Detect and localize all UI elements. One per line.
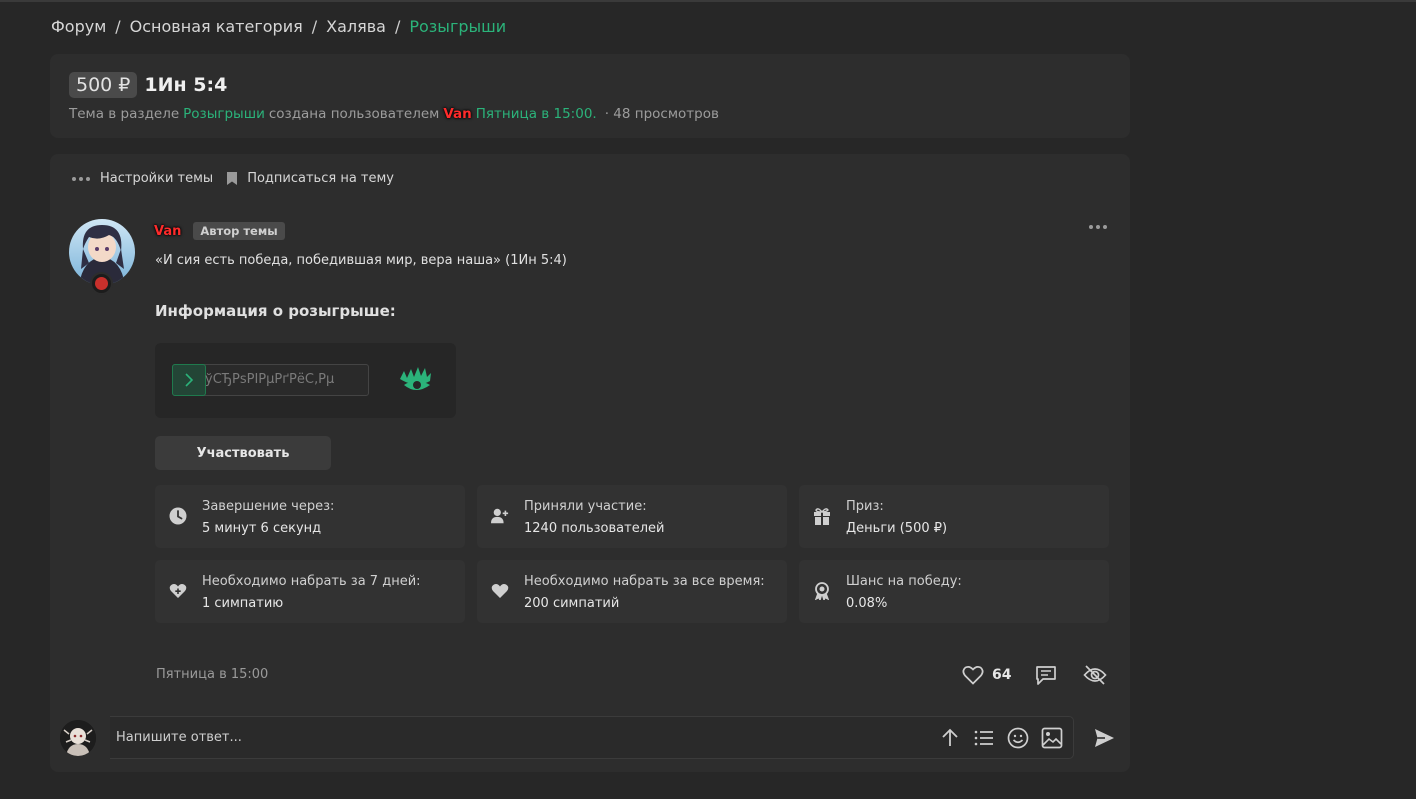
participate-button[interactable]: Участвовать <box>155 436 331 470</box>
like-heart-icon[interactable] <box>962 665 984 685</box>
captcha-slider-handle[interactable] <box>172 364 206 396</box>
post-username[interactable]: Van <box>154 224 181 239</box>
editor-toolbar <box>939 727 1063 749</box>
subscribe-thread-link[interactable]: Подписаться на тему <box>247 171 394 186</box>
post-header: Van Автор темы <box>154 222 285 240</box>
post-date[interactable]: Пятница в 15:00 <box>156 667 268 682</box>
stat-value: 200 симпатий <box>524 596 620 611</box>
meta-intro: Тема в разделе <box>69 106 180 122</box>
breadcrumb: Форум / Основная категория / Халява / Ро… <box>51 17 506 36</box>
more-dots-icon[interactable] <box>72 176 90 181</box>
stat-label: Приняли участие: <box>524 499 647 514</box>
post-actions: 64 <box>962 664 1108 686</box>
current-user-avatar[interactable] <box>60 720 96 756</box>
thread-settings-link[interactable]: Настройки темы <box>100 171 213 186</box>
thread-header: 500 ₽ 1Ин 5:4 Тема в разделе Розыгрыши с… <box>50 54 1130 138</box>
stat-participants: Приняли участие: 1240 пользователей <box>477 485 787 548</box>
post-menu-icon[interactable] <box>1089 225 1107 229</box>
post-card: Настройки темы Подписаться на тему Van А… <box>50 154 1130 772</box>
stat-likes-7-days: Необходимо набрать за 7 дней: 1 симпатию <box>155 560 465 623</box>
list-icon[interactable] <box>973 727 995 749</box>
meta-date-link[interactable]: Пятница в 15:00. <box>476 106 597 122</box>
reply-editor[interactable]: Напишите ответ... <box>110 716 1074 759</box>
breadcrumb-separator: / <box>311 17 318 36</box>
stat-value: 0.08% <box>846 596 888 611</box>
breadcrumb-main-category[interactable]: Основная категория <box>130 17 303 36</box>
arrow-up-icon[interactable] <box>939 727 961 749</box>
stat-value: 5 минут 6 секунд <box>202 521 322 536</box>
heart-icon <box>491 584 509 598</box>
stat-label: Необходимо набрать за 7 дней: <box>202 574 421 589</box>
hide-eye-off-icon[interactable] <box>1083 664 1108 686</box>
thread-title-row: 500 ₽ 1Ин 5:4 <box>69 72 227 98</box>
chevron-right-icon <box>185 373 194 387</box>
thread-tools: Настройки темы Подписаться на тему <box>72 171 394 186</box>
stat-likes-all-time: Необходимо набрать за все время: 200 сим… <box>477 560 787 623</box>
reply-comment-icon[interactable] <box>1035 664 1057 686</box>
user-group-badge-icon <box>90 272 113 295</box>
breadcrumb-separator: / <box>115 17 121 36</box>
reply-input[interactable]: Напишите ответ... <box>116 730 242 745</box>
bookmark-icon[interactable] <box>227 172 238 185</box>
stat-label: Необходимо набрать за все время: <box>524 574 765 589</box>
emoji-smile-icon[interactable] <box>1007 727 1029 749</box>
award-icon <box>814 582 830 600</box>
giveaway-info-title: Информация о розыгрыше: <box>155 302 396 320</box>
stat-label: Приз: <box>846 499 884 514</box>
gift-icon <box>814 508 830 525</box>
clock-icon <box>169 507 187 525</box>
captcha-widget: ўСЂРѕРІРµРґРёС‚Рµ <box>155 343 456 418</box>
send-icon[interactable] <box>1093 727 1115 749</box>
meta-section-link[interactable]: Розыгрыши <box>183 106 265 122</box>
top-border <box>0 0 1416 2</box>
thread-prefix[interactable]: 500 ₽ <box>69 72 138 98</box>
stat-label: Завершение через: <box>202 499 335 514</box>
stat-value: Деньги (500 ₽) <box>846 521 948 536</box>
captcha-slider-track[interactable]: ўСЂРѕРІРµРґРёС‚Рµ <box>172 364 369 396</box>
stat-label: Шанс на победу: <box>846 574 962 589</box>
meta-created-by: создана пользователем <box>268 106 440 122</box>
thread-title: 1Ин 5:4 <box>144 74 228 96</box>
meta-views: · 48 просмотров <box>604 106 719 122</box>
author-badge: Автор темы <box>193 222 285 240</box>
captcha-eye-logo-icon <box>400 367 431 390</box>
heart-plus-icon <box>169 584 187 598</box>
breadcrumb-separator: / <box>394 17 401 36</box>
captcha-text: ўСЂРѕРІРµРґРёС‚Рµ <box>205 372 335 387</box>
thread-meta: Тема в разделе Розыгрыши создана пользов… <box>69 106 719 122</box>
meta-username-link[interactable]: Van <box>443 106 471 122</box>
stat-value: 1 симпатию <box>202 596 284 611</box>
breadcrumb-freebies[interactable]: Халява <box>326 17 386 36</box>
image-icon[interactable] <box>1041 727 1063 749</box>
user-plus-icon <box>491 508 509 524</box>
stat-end-time: Завершение через: 5 минут 6 секунд <box>155 485 465 548</box>
stat-value: 1240 пользователей <box>524 521 665 536</box>
breadcrumb-giveaways[interactable]: Розыгрыши <box>409 17 506 36</box>
post-quote: «И сия есть победа, победившая мир, вера… <box>155 253 567 268</box>
like-count: 64 <box>992 667 1012 683</box>
stat-win-chance: Шанс на победу: 0.08% <box>799 560 1109 623</box>
stat-prize: Приз: Деньги (500 ₽) <box>799 485 1109 548</box>
breadcrumb-forum[interactable]: Форум <box>51 17 106 36</box>
